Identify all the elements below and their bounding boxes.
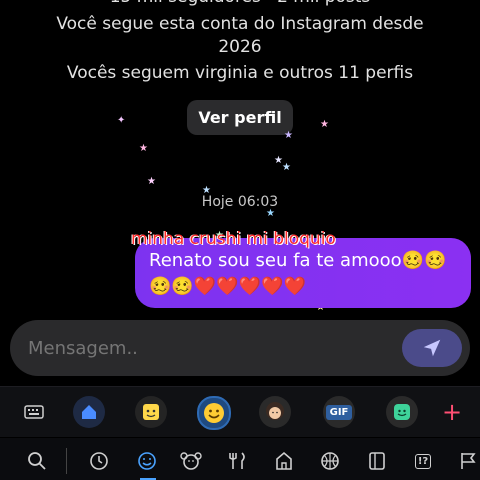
flags-icon [461, 453, 476, 469]
category-symbols[interactable]: !? [410, 448, 436, 474]
divider [66, 448, 67, 474]
objects-icon [369, 452, 385, 470]
search-icon [28, 452, 46, 470]
sticker-icon [143, 404, 159, 420]
mutual-followers-text: Vocês seguem virginia e outros 11 perfis [66, 63, 414, 83]
category-objects[interactable] [364, 448, 390, 474]
keyboard-button[interactable] [18, 396, 50, 428]
sports-icon [321, 452, 339, 470]
send-button[interactable] [402, 329, 462, 367]
category-recent[interactable] [86, 448, 112, 474]
star-decoration: ★ [282, 162, 291, 173]
star-decoration: ✦ [117, 115, 126, 126]
category-food[interactable] [225, 448, 251, 474]
star-decoration: ★ [147, 176, 156, 187]
emoji-category-bar: !? [0, 438, 480, 480]
message-input[interactable] [26, 337, 330, 360]
caption-overlay-text: minha crushi mi bloquio [131, 229, 336, 249]
avatar-button[interactable] [259, 396, 291, 428]
smileys-icon [138, 452, 156, 470]
category-smileys[interactable] [134, 448, 160, 474]
category-sports[interactable] [317, 448, 343, 474]
bitmoji-button[interactable] [386, 396, 418, 428]
view-profile-button[interactable]: Ver perfil [187, 100, 293, 135]
category-animals[interactable] [178, 448, 204, 474]
follow-since-year: 2026 [218, 37, 262, 57]
add-button[interactable]: + [436, 396, 468, 428]
keyboard-icon [24, 405, 44, 419]
star-decoration: ★ [284, 130, 293, 141]
sticker-button[interactable] [135, 396, 167, 428]
gif-button[interactable]: GIF [323, 396, 355, 428]
profile-stats: 15 mil seguidores · 2 mil posts [0, 0, 480, 8]
gif-icon: GIF [325, 404, 353, 420]
home-app-icon [82, 405, 96, 419]
follow-since-text: Você segue esta conta do Instagram desde [56, 14, 424, 34]
category-flags[interactable] [455, 448, 480, 474]
emoji-button[interactable] [197, 396, 231, 430]
food-icon [229, 452, 245, 469]
star-decoration: ★ [139, 143, 148, 154]
recent-icon [90, 452, 108, 470]
bitmoji-icon [394, 404, 410, 420]
send-icon [423, 339, 441, 357]
plus-icon: + [441, 398, 463, 426]
message-composer [10, 320, 470, 376]
message-text: Renato sou seu fa te amooo [149, 250, 402, 271]
animals-icon [180, 452, 202, 470]
places-icon [276, 451, 292, 470]
emoji-toolbar: GIF + [0, 386, 480, 437]
category-places[interactable] [271, 448, 297, 474]
message-text-line1: Renato sou seu fa te amooo🥴🥴 [149, 250, 446, 271]
message-timestamp: Hoje 06:03 [201, 194, 279, 210]
home-app-button[interactable] [73, 396, 105, 428]
category-search[interactable] [24, 448, 50, 474]
emoji-icon [204, 403, 224, 423]
avatar-icon [266, 402, 284, 420]
message-emoji-line2: 🥴🥴❤️❤️❤️❤️❤️ [149, 276, 306, 297]
star-decoration: ★ [266, 208, 275, 219]
emoji-group: 🥴🥴 [401, 250, 447, 271]
star-decoration: ★ [320, 119, 329, 130]
symbols-icon: !? [414, 453, 432, 469]
